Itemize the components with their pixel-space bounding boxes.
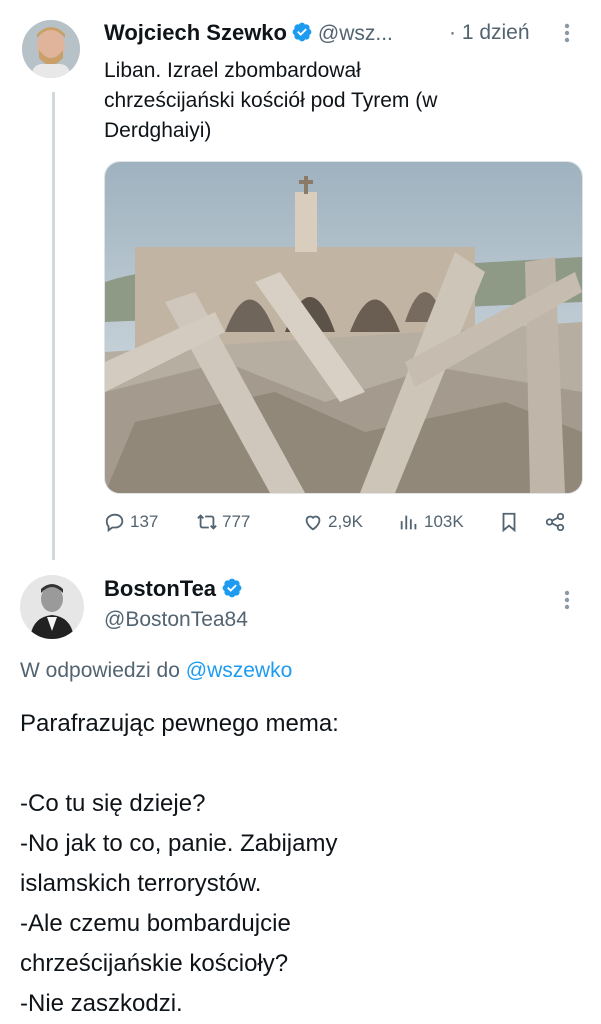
- avatar-image: [20, 575, 84, 639]
- reply-author-handle[interactable]: @BostonTea84: [104, 608, 248, 632]
- thread-line: [52, 92, 55, 560]
- tweet-text-line: chrześcijański kościół pod Tyrem (w: [104, 89, 438, 112]
- views-button[interactable]: 103K: [398, 511, 464, 533]
- share-button[interactable]: [544, 511, 566, 533]
- bookmark-button[interactable]: [498, 511, 520, 533]
- reply-body: Parafrazując pewnego mema: -Co tu się dz…: [20, 704, 580, 1024]
- more-icon[interactable]: [558, 20, 576, 51]
- author-handle[interactable]: @wsz...: [318, 22, 393, 45]
- bookmark-icon: [502, 512, 516, 533]
- retweet-button[interactable]: 777: [196, 511, 250, 533]
- views-count: 103K: [424, 512, 464, 531]
- reply-line: -Nie zaszkodzi.: [20, 990, 183, 1017]
- verified-badge-icon: [293, 22, 312, 42]
- like-button[interactable]: 2,9K: [302, 511, 363, 533]
- share-icon: [545, 512, 565, 532]
- reply-line: Parafrazując pewnego mema:: [20, 710, 339, 737]
- replying-to-label: W odpowiedzi do: [20, 659, 180, 682]
- like-icon: [305, 515, 321, 531]
- like-count: 2,9K: [328, 512, 363, 531]
- tweet-text-line: Derdghaiyi): [104, 119, 212, 142]
- replying-to-handle[interactable]: @wszewko: [186, 659, 293, 682]
- retweet-icon: [197, 514, 217, 530]
- tweet-actions: 137 777 2,9K 103K: [104, 511, 574, 537]
- tweet-time[interactable]: · 1 dzień: [449, 21, 530, 45]
- more-icon[interactable]: [558, 587, 576, 618]
- reply-author-name[interactable]: BostonTea: [104, 576, 216, 601]
- verified-badge-icon: [222, 578, 241, 598]
- tweet-image[interactable]: [104, 161, 583, 494]
- avatar[interactable]: [20, 575, 84, 639]
- reply-line: -Ale czemu bombardujcie: [20, 910, 291, 937]
- reply-line: -No jak to co, panie. Zabijamy: [20, 830, 338, 857]
- replying-to: W odpowiedzi do @wszewko: [20, 659, 292, 683]
- reply-icon: [105, 513, 124, 533]
- author-name[interactable]: Wojciech Szewko: [104, 20, 287, 45]
- avatar[interactable]: [22, 20, 80, 78]
- retweet-count: 777: [222, 512, 251, 531]
- reply-line: chrześcijańskie kościoły?: [20, 950, 289, 977]
- tweet-text: Liban. Izrael zbombardował chrześcijańsk…: [104, 56, 437, 146]
- reply-line: -Co tu się dzieje?: [20, 790, 206, 817]
- views-icon: [400, 515, 417, 530]
- reply-line: islamskich terrorystów.: [20, 870, 262, 897]
- destroyed-church-photo: [105, 162, 582, 493]
- reply-button[interactable]: 137: [104, 511, 158, 533]
- reply-count: 137: [130, 512, 159, 531]
- avatar-image: [22, 20, 80, 78]
- tweet-text-line: Liban. Izrael zbombardował: [104, 59, 361, 82]
